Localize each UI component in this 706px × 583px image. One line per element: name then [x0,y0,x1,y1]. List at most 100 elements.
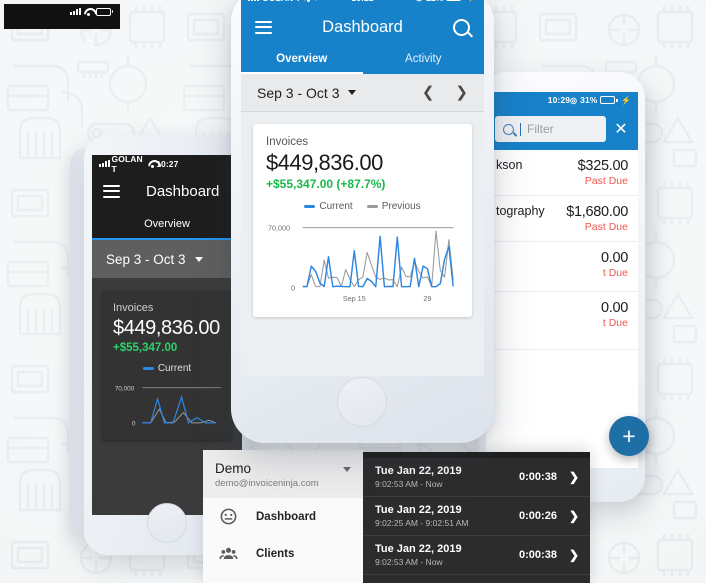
date-range-selector[interactable]: Sep 3 - Oct 3 [92,240,242,278]
invoice-amount: 0.00 [600,250,628,266]
phone-center-tabs: Overview Activity [241,47,484,74]
page-title: Dashboard [322,17,403,36]
svg-text:29: 29 [423,294,431,303]
sidebar-item-products[interactable]: Products [203,572,363,583]
filter-searchbar: Filter ✕ [486,108,638,150]
invoice-amount: 0.00 [600,300,628,316]
search-input[interactable]: Filter [495,116,606,142]
search-icon[interactable] [452,18,470,36]
navigation-drawer: Demo demo@invoiceninja.com Dashboard Cli… [203,450,363,583]
account-name: Demo [215,461,252,476]
sidebar-item-dashboard[interactable]: Dashboard [203,498,363,535]
list-item[interactable]: Tue Jan 22, 2019 9:02:25 AM - 9:02:51 AM… [362,497,590,536]
phone-center-body: Invoices $449,836.00 +$55,347.00 (+87.7%… [241,112,484,376]
chart-left-svg: 70,000 0 [115,385,221,427]
activity-date: Tue Jan 22, 2019 [375,465,462,477]
table-row[interactable]: 0.00 t Due [486,292,638,350]
search-placeholder: Filter [527,122,554,136]
table-row[interactable]: kson $325.00 Past Due [486,150,638,196]
phone-android-statusbar [4,4,120,29]
clock-label: 10:21 [351,0,373,3]
phone-right-invoice-list: 10:29 ◎ 31% ⚡ Filter ✕ kson $325.00 Past… [479,72,649,502]
status-badge: Past Due [584,175,628,187]
close-icon[interactable]: ✕ [613,119,629,139]
list-item[interactable]: Tue Jan 22, 2019 9:02:53 AM - Now 0:00:3… [362,458,590,497]
plus-icon: + [622,422,636,449]
invoice-amount: $1,680.00 [566,204,628,220]
card-label: Invoices [266,136,309,148]
chevron-right-icon[interactable]: ❯ [455,85,468,100]
card-amount: $449,836.00 [266,150,383,175]
svg-text:Sep 15: Sep 15 [343,294,366,303]
sidebar-item-clients[interactable]: Clients [203,535,363,572]
phone-right-screen: 10:29 ◎ 31% ⚡ Filter ✕ kson $325.00 Past… [486,92,638,468]
phone-center-statusbar: GOLAN T 10:21 ◎ 22% ⚡ [241,0,484,7]
card-amount: $449,836.00 [113,317,220,339]
battery-icon [600,96,618,104]
charging-bolt-icon: ⚡ [620,95,631,105]
dashboard-gauge-icon [220,508,237,525]
tab-overview[interactable]: Overview [241,47,363,74]
chart-center: 70,000 0 Sep 15 29 [266,218,459,307]
carrier-label: GOLAN T [111,155,143,174]
phone-center-appbar: Dashboard [241,7,484,47]
wifi-icon [304,0,313,2]
phone-left-statusbar: GOLAN T 10:27 [92,155,242,174]
date-range-selector[interactable]: Sep 3 - Oct 3 ❮ ❯ [241,74,484,112]
activity-duration: 0:00:38 [519,549,557,561]
battery-percent-label: 22% [426,0,443,3]
activity-duration: 0:00:26 [519,510,557,522]
activity-list-panel: Tue Jan 22, 2019 9:02:53 AM - Now 0:00:3… [362,452,590,583]
chevron-down-icon [348,90,357,95]
card-label: Invoices [113,302,154,314]
date-range-label: Sep 3 - Oct 3 [257,84,340,101]
status-badge: t Due [602,267,628,279]
carrier-label: GOLAN T [262,0,301,3]
showcase-stage: GOLAN T 10:27 Dashboard Overview Sep 3 -… [0,0,706,583]
chevron-right-icon: ❯ [568,470,579,484]
home-button[interactable] [337,377,387,427]
text-cursor [520,122,521,136]
phone-right-statusbar: 10:29 ◎ 31% ⚡ [486,92,638,108]
pencil-icon[interactable]: ✎ [85,37,95,51]
invoice-amount: $325.00 [577,158,629,174]
chevron-right-icon: ❯ [568,509,579,523]
legend-swatch-current [142,366,154,370]
hamburger-icon[interactable] [255,20,272,34]
invoices-card[interactable]: Invoices $449,836.00 +$55,347.00 Current… [102,291,232,441]
clients-people-icon [219,547,238,560]
status-badge: t Due [602,317,628,329]
phone-center-dashboard: GOLAN T 10:21 ◎ 22% ⚡ Dashboard [231,0,494,443]
invoices-card[interactable]: Invoices $449,836.00 +$55,347.00 (+87.7%… [253,124,472,317]
account-switcher[interactable]: Demo demo@invoiceninja.com [203,450,363,498]
tab-overview[interactable]: Overview [92,218,242,230]
home-button[interactable] [147,503,187,543]
charging-bolt-icon: ⚡ [467,0,477,2]
wifi-icon [148,160,156,168]
table-row[interactable]: 0.00 t Due [486,242,638,292]
list-item[interactable]: Tue Jan 22, 2019 9:02:53 AM - Now 0:00:3… [362,536,590,575]
search-icon [503,123,514,135]
tab-activity[interactable]: Activity [363,47,485,74]
wifi-icon [84,8,93,16]
alarm-icon: ◎ [415,0,423,3]
sidebar-item-label: Clients [256,547,295,560]
invoice-client: tography [496,204,545,218]
legend-swatch-current [304,204,316,208]
legend-current: Current [304,201,353,212]
activity-range: 9:02:25 AM - 9:02:51 AM [375,518,469,528]
volume-button[interactable] [645,152,648,186]
add-invoice-fab[interactable]: + [609,416,649,456]
activity-date: Tue Jan 22, 2019 [375,504,462,516]
legend-swatch-previous [366,204,378,208]
battery-icon [446,0,464,2]
date-range-label: Sep 3 - Oct 3 [106,251,186,267]
chevron-right-icon: ❯ [568,548,579,562]
signal-icon [248,0,259,1]
table-row[interactable]: tography $1,680.00 Past Due [486,196,638,242]
chevron-left-icon[interactable]: ❮ [422,85,435,100]
activity-duration: 0:00:38 [519,471,557,483]
hamburger-icon[interactable] [103,184,120,198]
sidebar-item-label: Dashboard [256,510,317,523]
chevron-down-icon [343,467,351,472]
